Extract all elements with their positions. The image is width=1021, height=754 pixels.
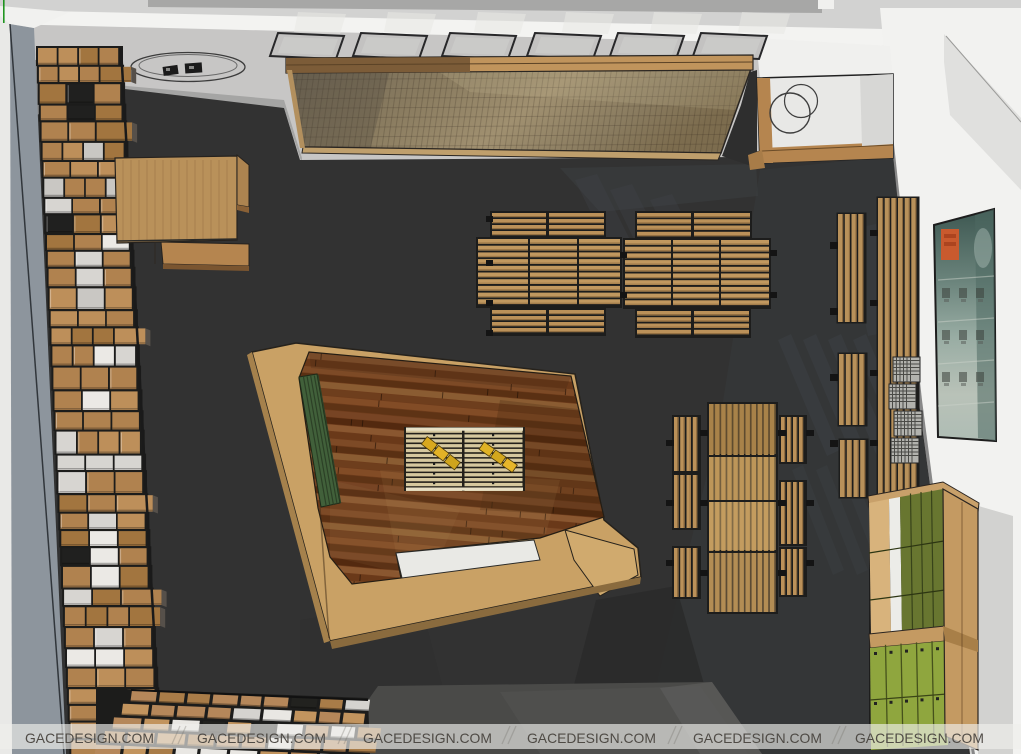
svg-text:GACEDESIGN.COM: GACEDESIGN.COM [527,730,656,746]
svg-text:GACEDESIGN.COM: GACEDESIGN.COM [693,730,822,746]
svg-text:GACEDESIGN.COM: GACEDESIGN.COM [25,730,154,746]
svg-text:GACEDESIGN.COM: GACEDESIGN.COM [855,730,984,746]
svg-text:GACEDESIGN.COM: GACEDESIGN.COM [363,730,492,746]
svg-text:GACEDESIGN.COM: GACEDESIGN.COM [197,730,326,746]
